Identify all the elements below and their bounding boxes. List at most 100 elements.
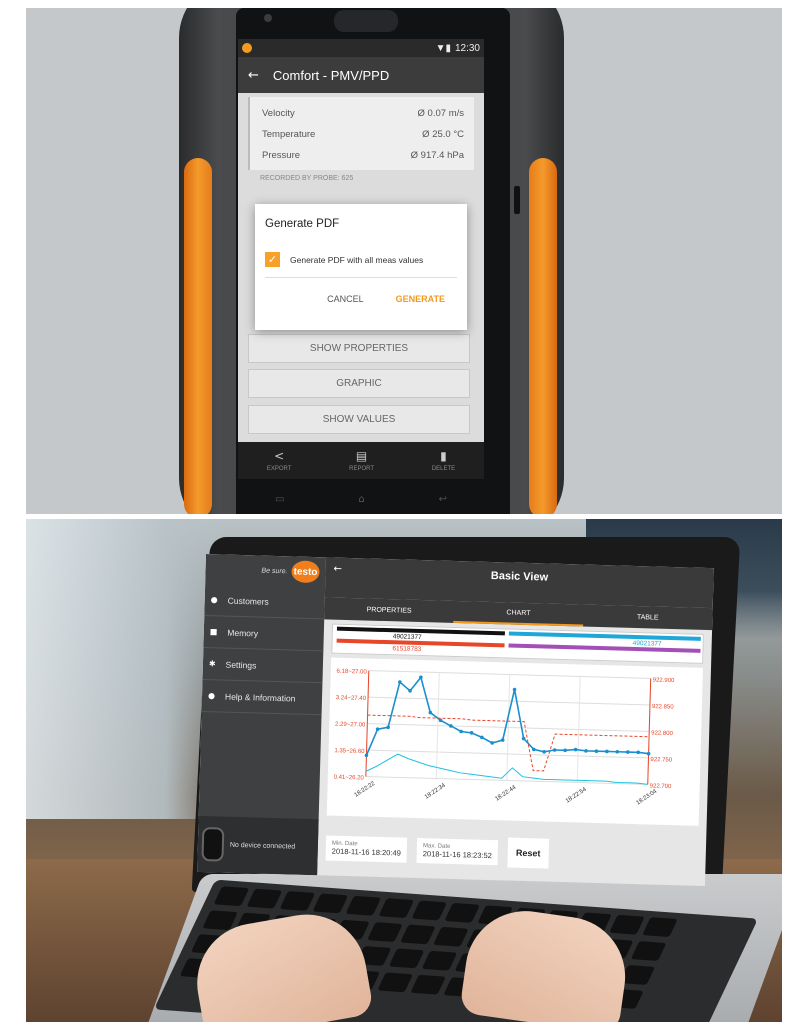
data-point (646, 751, 651, 756)
hardware-keys: ▭ ⌂ ↩ (238, 487, 484, 512)
measurement-row: Velocity Ø 0.07 m/s (262, 103, 464, 124)
y-right-tick-label: 922.800 (651, 731, 674, 738)
device-icon (201, 827, 225, 862)
delete-label: DELETE (431, 466, 456, 472)
home-icon[interactable]: ⌂ (358, 494, 364, 505)
back-arrow-icon[interactable]: ← (248, 68, 259, 83)
tab-table[interactable]: TABLE (583, 605, 713, 631)
app-bar: ← Comfort - PMV/PPD (238, 57, 484, 93)
x-tick-label: 18:23:04 (635, 788, 658, 806)
measurement-value: Ø 0.07 m/s (417, 108, 464, 119)
phone-screen: ▼▮ 12:30 ← Comfort - PMV/PPD Velocity Ø … (238, 39, 484, 479)
measurement-value: Ø 917.4 hPa (410, 150, 464, 161)
y-left-tick-label: 3.24~27.40 (336, 695, 367, 702)
x-tick-label: 18:22:44 (494, 784, 517, 802)
y-right-tick-label: 922.750 (650, 757, 673, 764)
min-date-field[interactable]: Min. Date 2018-11-16 18:20:49 (325, 834, 408, 863)
info-icon: ● (207, 691, 216, 701)
measurement-label: Pressure (262, 150, 301, 161)
y-left-tick-label: 2.29~27.00 (335, 722, 366, 729)
measurement-label: Temperature (262, 129, 316, 140)
y-right-tick-label: 922.900 (653, 678, 676, 685)
generate-button[interactable]: GENERATE (396, 294, 445, 304)
sidebar-item-label: Customers (227, 595, 269, 607)
brand: Be sure. testo (205, 554, 326, 587)
legend-bar-purple (508, 643, 701, 653)
tab-properties[interactable]: PROPERTIES (324, 597, 454, 623)
sidebar: Be sure. testo ● Customers ■ Memory ✱ Se… (197, 554, 326, 876)
data-point (605, 749, 609, 754)
show-properties-button[interactable]: SHOW PROPERTIES (248, 334, 470, 363)
measurement-card: Velocity Ø 0.07 m/s Temperature Ø 25.0 °… (248, 97, 474, 170)
legend-bar-blue (508, 631, 701, 641)
status-time: 12:30 (454, 42, 480, 54)
checkbox-checked[interactable]: ✓ (265, 252, 280, 267)
phone-grip-right (529, 158, 557, 514)
data-point (512, 687, 517, 692)
main-content: ← Basic View PROPERTIES CHART TABLE 4902… (317, 557, 714, 886)
background-window (26, 519, 226, 819)
sidebar-item-memory[interactable]: ■ Memory (203, 615, 325, 652)
show-values-button[interactable]: SHOW VALUES (248, 405, 470, 434)
laptop-photo-panel: Be sure. testo ● Customers ■ Memory ✱ Se… (26, 519, 782, 1022)
x-tick-label: 18:22:54 (565, 786, 588, 804)
document-icon: ▤ (355, 449, 368, 463)
tab-chart[interactable]: CHART (453, 600, 584, 627)
data-point (500, 738, 505, 742)
chart: 6.18~27.00 922.900 3.24~27.40 922.850 2.29~2… (326, 657, 704, 826)
measurement-label: Velocity (262, 108, 295, 119)
page-title: Comfort - PMV/PPD (272, 67, 390, 83)
chart-svg: 6.18~27.00 922.900 3.24~27.40 922.850 2.29~2… (334, 669, 676, 807)
data-point (625, 750, 630, 754)
divider (265, 277, 457, 278)
export-action[interactable]: < EXPORT (267, 449, 292, 472)
bottom-action-bar: < EXPORT ▤ REPORT ▮ DELETE (238, 442, 484, 479)
page-title: Basic View (490, 569, 549, 584)
signal-icon: ▼▮ (435, 42, 451, 54)
report-label: REPORT (349, 466, 375, 472)
person-icon: ● (210, 595, 218, 605)
sidebar-item-help[interactable]: ● Help & Information (201, 679, 323, 716)
recorded-by-probe: RECORDED BY PROBE: 625 (260, 175, 354, 182)
data-point (594, 749, 599, 753)
sidebar-item-settings[interactable]: ✱ Settings (202, 647, 324, 684)
memory-icon: ■ (209, 627, 218, 637)
measurement-value: Ø 25.0 °C (422, 129, 464, 140)
measurement-row: Temperature Ø 25.0 °C (262, 124, 464, 145)
recent-apps-icon[interactable]: ▭ (275, 494, 284, 505)
y-left-tick-label: 1.35~26.60 (334, 748, 365, 755)
x-tick-label: 18:22:22 (354, 780, 377, 798)
share-icon: < (274, 449, 285, 463)
cancel-button[interactable]: CANCEL (327, 294, 364, 304)
data-point (573, 747, 578, 752)
x-tick-label: 18:22:34 (424, 782, 447, 800)
checkbox-label: Generate PDF with all meas values (290, 254, 424, 265)
data-point (636, 750, 640, 755)
gear-icon: ✱ (208, 659, 216, 669)
legend-label: 61518783 (392, 645, 422, 654)
export-label: EXPORT (266, 466, 292, 472)
dialog-title: Generate PDF (265, 218, 340, 230)
sidebar-item-customers[interactable]: ● Customers (204, 583, 326, 620)
max-date-field[interactable]: Max. Date 2018-11-16 18:23:52 (416, 837, 499, 865)
phone-speaker (334, 10, 398, 32)
y-left-tick-label: 0.41~26.20 (334, 775, 365, 782)
min-date-value: 2018-11-16 18:20:49 (331, 846, 401, 858)
y-right-tick-label: 922.850 (652, 704, 675, 711)
sidebar-item-label: Help & Information (224, 691, 296, 704)
back-icon[interactable]: ↩ (439, 494, 447, 505)
status-bar: ▼▮ 12:30 (238, 39, 484, 57)
checkbox-row[interactable]: ✓ Generate PDF with all meas values (265, 252, 457, 267)
delete-action[interactable]: ▮ DELETE (432, 449, 455, 472)
reset-button[interactable]: Reset (507, 837, 549, 869)
trash-icon: ▮ (440, 449, 447, 463)
sidebar-item-label: Memory (227, 627, 259, 638)
testo-logo: testo (291, 560, 320, 584)
series-legend: 49021377 61518783 49021377 (331, 623, 704, 664)
data-point (563, 748, 567, 753)
data-point (552, 748, 557, 752)
graphic-button[interactable]: GRAPHIC (248, 369, 470, 398)
report-action[interactable]: ▤ REPORT (349, 449, 374, 472)
data-point (386, 725, 390, 730)
brand-tagline: Be sure. (261, 567, 288, 575)
